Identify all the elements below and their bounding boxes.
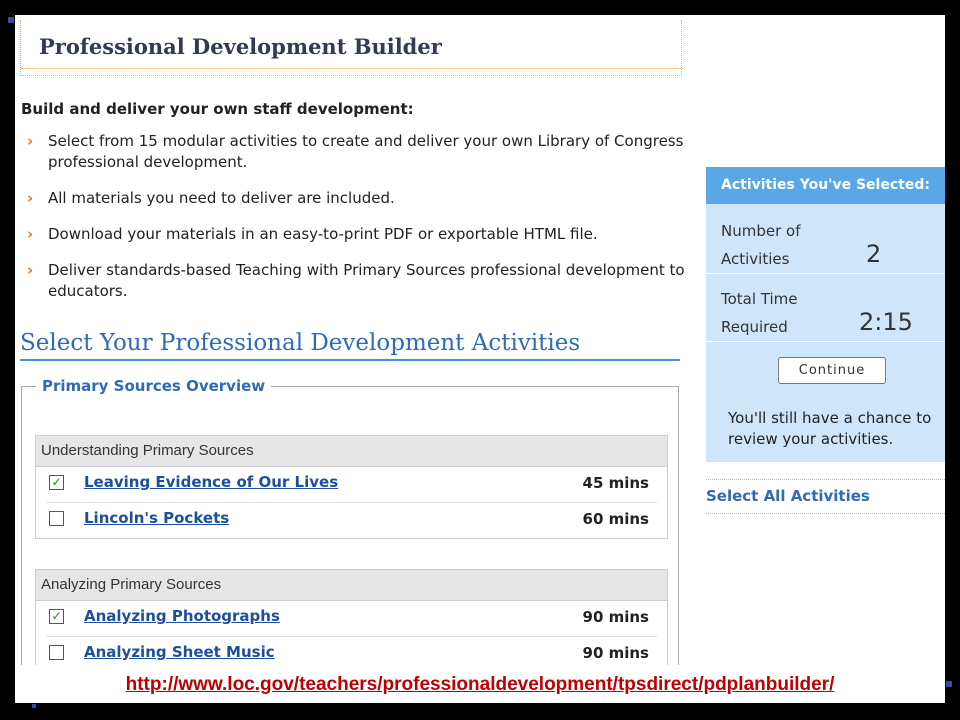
bullet-item: › Select from 15 modular activities to cr… (21, 131, 691, 173)
bullet-text: Download your materials in an easy-to-pr… (48, 225, 598, 243)
fieldset-legend: Primary Sources Overview (42, 377, 266, 395)
activity-duration: 90 mins (582, 644, 649, 662)
stat-label: Total Time (721, 290, 798, 308)
bullet-text: All materials you need to deliver are in… (48, 189, 395, 207)
bullet-item: › Deliver standards-based Teaching with P… (21, 260, 691, 302)
checkmark-icon: ✓ (51, 475, 62, 489)
checkmark-icon: ✓ (51, 609, 62, 623)
select-activities-heading: Select Your Professional Development Act… (20, 330, 680, 361)
browser-screenshot: Professional Development Builder Build a… (15, 15, 945, 665)
activity-checkbox[interactable] (49, 645, 64, 660)
select-all-link[interactable]: Select All Activities (706, 487, 870, 505)
activity-link[interactable]: Analyzing Photographs (84, 607, 280, 625)
page-title: Professional Development Builder (39, 34, 442, 59)
activity-row: Analyzing Sheet Music 90 mins (46, 637, 657, 665)
stat-label: Number of (721, 222, 801, 240)
slide-corner-marker (8, 17, 14, 23)
arrow-right-icon: › (27, 225, 34, 243)
intro-bullet-list: › Select from 15 modular activities to cr… (21, 131, 691, 317)
panel-header: Activities You've Selected: (706, 167, 945, 204)
arrow-right-icon: › (27, 132, 34, 150)
intro-heading: Build and deliver your own staff develop… (21, 100, 414, 118)
stat-label: Activities (721, 250, 790, 268)
activity-row: ✓ Leaving Evidence of Our Lives 45 mins (46, 467, 657, 503)
activity-row: Lincoln's Pockets 60 mins (46, 503, 657, 538)
page-header: Professional Development Builder (20, 20, 682, 76)
activity-duration: 60 mins (582, 510, 649, 528)
activity-group-analyzing: Analyzing Primary Sources ✓ Analyzing Ph… (35, 569, 668, 665)
group-header: Analyzing Primary Sources (36, 570, 667, 601)
total-time-value: 2:15 (859, 308, 913, 336)
bullet-text: Select from 15 modular activities to cre… (48, 132, 684, 171)
activity-count-stat: Number of Activities 2 (706, 215, 945, 274)
activity-checkbox[interactable]: ✓ (49, 475, 64, 490)
activity-checkbox[interactable] (49, 511, 64, 526)
activity-duration: 45 mins (582, 474, 649, 492)
arrow-right-icon: › (27, 189, 34, 207)
header-divider (21, 68, 681, 69)
source-url-bar: http://www.loc.gov/teachers/professional… (15, 665, 945, 703)
total-time-stat: Total Time Required 2:15 (706, 283, 945, 342)
activity-link[interactable]: Lincoln's Pockets (84, 509, 229, 527)
activity-link[interactable]: Analyzing Sheet Music (84, 643, 275, 661)
activity-count-value: 2 (866, 240, 882, 268)
activity-link[interactable]: Leaving Evidence of Our Lives (84, 473, 338, 491)
selected-activities-panel: Activities You've Selected: Number of Ac… (706, 167, 945, 462)
source-url-link[interactable]: http://www.loc.gov/teachers/professional… (126, 674, 835, 696)
primary-sources-overview-fieldset: Primary Sources Overview Understanding P… (21, 377, 679, 665)
bullet-item: › Download your materials in an easy-to-p… (21, 224, 691, 245)
stat-label: Required (721, 318, 788, 336)
review-note: You'll still have a chance to review you… (728, 409, 932, 448)
slide-corner-marker (32, 704, 36, 708)
activity-duration: 90 mins (582, 608, 649, 626)
slide-corner-marker (946, 681, 952, 687)
arrow-right-icon: › (27, 261, 34, 279)
select-all-row: Select All Activities (706, 477, 945, 514)
continue-button[interactable]: Continue (778, 357, 886, 384)
bullet-text: Deliver standards-based Teaching with Pr… (48, 261, 685, 300)
activity-row: ✓ Analyzing Photographs 90 mins (46, 601, 657, 637)
activity-group-understanding: Understanding Primary Sources ✓ Leaving … (35, 435, 668, 539)
group-header: Understanding Primary Sources (36, 436, 667, 467)
activity-checkbox[interactable]: ✓ (49, 609, 64, 624)
bullet-item: › All materials you need to deliver are i… (21, 188, 691, 209)
